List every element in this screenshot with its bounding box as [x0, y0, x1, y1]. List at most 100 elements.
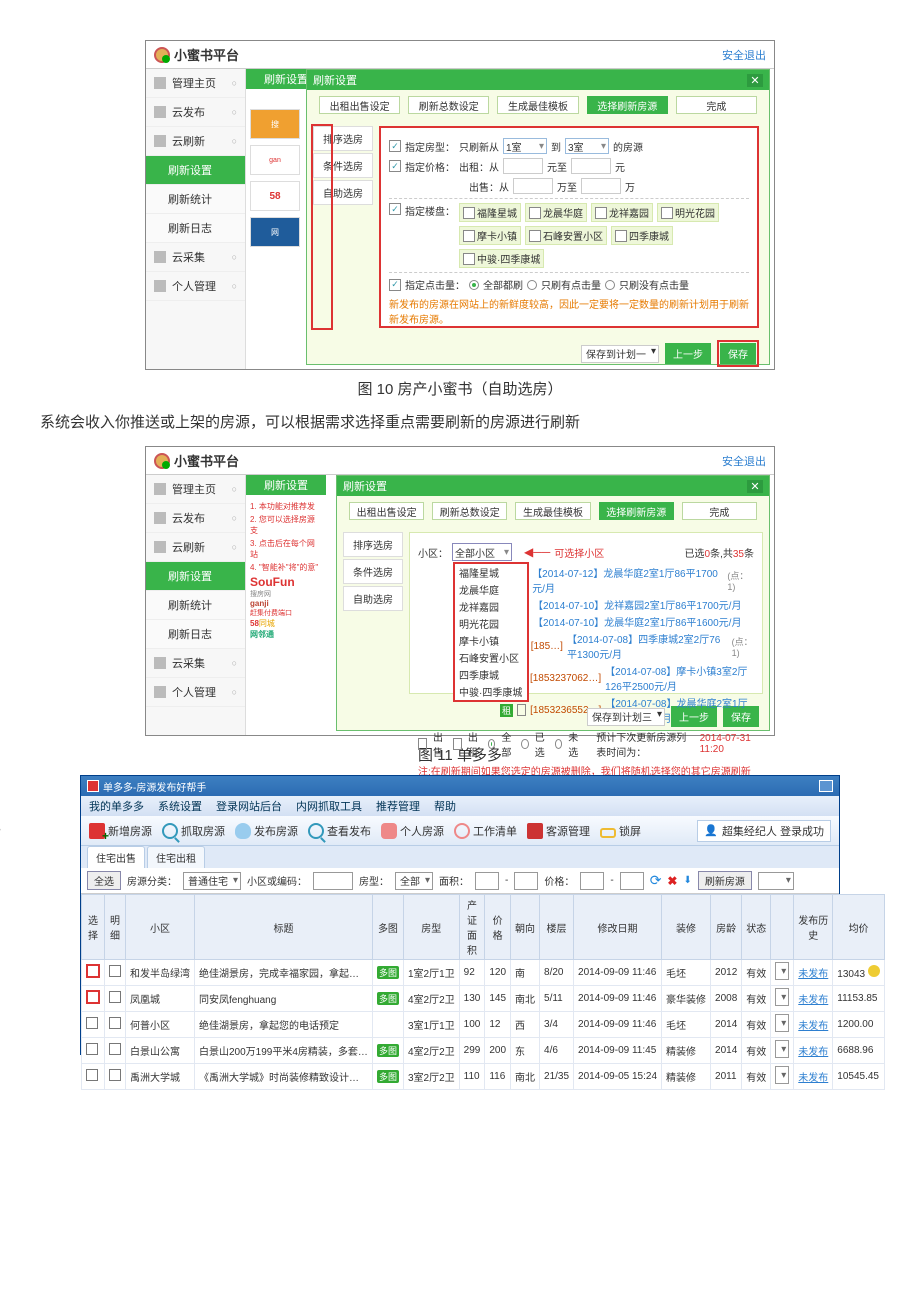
listing-row[interactable]: 租【2014-07-10】龙祥嘉园2室1厅86平1700元/月: [500, 597, 754, 612]
menu-help[interactable]: 帮助: [434, 798, 456, 814]
estate-option[interactable]: 中骏·四季康城: [459, 249, 544, 268]
tool-add[interactable]: 新增房源: [89, 823, 152, 839]
tool-cust[interactable]: 客源管理: [527, 823, 590, 839]
estate-option[interactable]: 福隆星城: [459, 203, 521, 222]
chevron-icon[interactable]: ○: [232, 136, 237, 146]
step-5[interactable]: 完成: [676, 96, 757, 114]
pub-link[interactable]: 未发布: [798, 969, 828, 980]
close-icon[interactable]: ✕: [747, 74, 763, 87]
table-row[interactable]: 凤凰城同安凤fenghuang多图4室2厅2卫130145南北5/112014-…: [82, 986, 885, 1012]
menu-login-bk[interactable]: 登录网站后台: [216, 798, 282, 814]
refresh-listings-button[interactable]: 刷新房源: [698, 871, 752, 890]
table-row[interactable]: 和发半岛绿湾绝佳湖景房，完成幸福家园，拿起…多图1室2厅1卫92120南8/20…: [82, 960, 885, 986]
estate-option[interactable]: 龙祥嘉园: [591, 203, 653, 222]
drop-option[interactable]: 石峰安置小区: [455, 649, 527, 666]
table-row[interactable]: 禹洲大学城《禹洲大学城》时尚装修精致设计…多图3室2厅2卫110116南北21/…: [82, 1064, 885, 1090]
row-detail-checkbox[interactable]: [109, 1043, 121, 1055]
table-row[interactable]: 何普小区绝佳湖景房，拿起您的电话预定3室1厅1卫10012西3/42014-09…: [82, 1012, 885, 1038]
input-size-to[interactable]: [514, 872, 538, 890]
rb-all[interactable]: [488, 739, 496, 749]
radio-clicks-all[interactable]: [469, 280, 479, 290]
input-sale-from[interactable]: [513, 178, 553, 194]
tool-grab[interactable]: 抓取房源: [162, 823, 225, 839]
chevron-icon[interactable]: ○: [232, 542, 237, 552]
safe-exit-link[interactable]: 安全退出: [722, 453, 766, 469]
step-2[interactable]: 刷新总数设定: [432, 502, 507, 520]
listing-row[interactable]: 租【2014-07-12】龙晨华庭2室1厅86平1700元/月(点：1): [500, 565, 754, 595]
drop-option[interactable]: 福隆星城: [455, 564, 527, 581]
input-rent-from[interactable]: [503, 158, 543, 174]
rb-unsel[interactable]: [555, 739, 563, 749]
input-rent-to[interactable]: [571, 158, 611, 174]
tool-personal[interactable]: 个人房源: [381, 823, 444, 839]
sidebar-item-publish[interactable]: 云发布○: [146, 504, 245, 533]
input-community[interactable]: [313, 872, 353, 890]
row-detail-checkbox[interactable]: [109, 1017, 121, 1029]
drop-option[interactable]: 摩卡小镇: [455, 632, 527, 649]
select-plan[interactable]: 保存到计划一: [581, 345, 659, 363]
row-select[interactable]: [775, 988, 789, 1006]
pub-link[interactable]: 未发布: [798, 1073, 828, 1084]
sidebar-item-refresh[interactable]: 云刷新○: [146, 533, 245, 562]
cb-sale[interactable]: [418, 738, 427, 750]
tab-sort[interactable]: 排序选房: [343, 532, 403, 557]
sidebar-item-collect[interactable]: 云采集○: [146, 649, 245, 678]
sidebar-item-refresh-stats[interactable]: 刷新统计: [146, 185, 245, 214]
input-price-to[interactable]: [620, 872, 644, 890]
tab-condition[interactable]: 条件选房: [313, 153, 373, 178]
sidebar-item-refresh[interactable]: 云刷新○: [146, 127, 245, 156]
select-category[interactable]: 普通住宅: [183, 872, 241, 890]
checkbox-price[interactable]: [389, 160, 401, 172]
clear-icon[interactable]: ✖: [667, 874, 677, 888]
row-detail-checkbox[interactable]: [109, 1069, 121, 1081]
chevron-icon[interactable]: ○: [232, 687, 237, 697]
pub-link[interactable]: 未发布: [798, 1047, 828, 1058]
step-3[interactable]: 生成最佳模板: [497, 96, 578, 114]
sidebar-item-refresh-setting[interactable]: 刷新设置: [146, 156, 245, 185]
table-row[interactable]: 白景山公寓白景山200万199平米4房精装，多套…多图4室2厅2卫299200东…: [82, 1038, 885, 1064]
pub-link[interactable]: 未发布: [798, 1021, 828, 1032]
sidebar-item-refresh-stats[interactable]: 刷新统计: [146, 591, 245, 620]
sidebar-item-profile[interactable]: 个人管理○: [146, 678, 245, 707]
row-checkbox[interactable]: [86, 1043, 98, 1055]
cb-rent[interactable]: [453, 738, 462, 750]
select-plan[interactable]: 保存到计划三: [587, 708, 665, 726]
step-4[interactable]: 选择刷新房源: [599, 502, 674, 520]
input-size-from[interactable]: [475, 872, 499, 890]
tab-sort[interactable]: 排序选房: [313, 126, 373, 151]
sidebar-item-home[interactable]: 管理主页○: [146, 69, 245, 98]
chevron-icon[interactable]: ○: [232, 484, 237, 494]
select-all-button[interactable]: 全选: [87, 871, 121, 890]
listing-row[interactable]: 租[1853237062…]【2014-07-08】摩卡小镇3室2厅126平25…: [500, 663, 754, 693]
sidebar-item-refresh-log[interactable]: 刷新日志: [146, 620, 245, 649]
chevron-icon[interactable]: ○: [232, 658, 237, 668]
step-1[interactable]: 出租出售设定: [319, 96, 400, 114]
tab-self[interactable]: 自助选房: [343, 586, 403, 611]
drop-option[interactable]: 龙祥嘉园: [455, 598, 527, 615]
row-select[interactable]: [775, 962, 789, 980]
sidebar-item-refresh-setting[interactable]: 刷新设置: [146, 562, 245, 591]
estate-option[interactable]: 摩卡小镇: [459, 226, 521, 245]
listing-row[interactable]: 租[185…]【2014-07-08】四季康城2室2厅76平1300元/月(点：…: [500, 631, 754, 661]
row-checkbox[interactable]: [86, 990, 100, 1004]
sidebar-item-collect[interactable]: 云采集○: [146, 243, 245, 272]
tab-sale[interactable]: 住宅出售: [87, 846, 145, 868]
estate-option[interactable]: 龙晨华庭: [525, 203, 587, 222]
drop-option[interactable]: 四季康城: [455, 666, 527, 683]
step-1[interactable]: 出租出售设定: [349, 502, 424, 520]
row-checkbox[interactable]: [86, 964, 100, 978]
drop-option[interactable]: 龙晨华庭: [455, 581, 527, 598]
tool-pub[interactable]: 发布房源: [235, 823, 298, 839]
row-checkbox[interactable]: [86, 1069, 98, 1081]
step-3[interactable]: 生成最佳模板: [515, 502, 590, 520]
estate-option[interactable]: 石峰安置小区: [525, 226, 607, 245]
chevron-icon[interactable]: ○: [232, 513, 237, 523]
menu-promo[interactable]: 推荐管理: [376, 798, 420, 814]
checkbox-estate[interactable]: [389, 203, 401, 215]
sidebar-item-publish[interactable]: 云发布○: [146, 98, 245, 127]
input-sale-to[interactable]: [581, 178, 621, 194]
select-room-from[interactable]: 1室: [503, 138, 547, 154]
select-community[interactable]: 全部小区 福隆星城 龙晨华庭 龙祥嘉园 明光花园 摩卡小镇 石峰安置小区 四季康…: [452, 543, 512, 561]
select-room-to[interactable]: 3室: [565, 138, 609, 154]
estate-option[interactable]: 四季康城: [611, 226, 673, 245]
